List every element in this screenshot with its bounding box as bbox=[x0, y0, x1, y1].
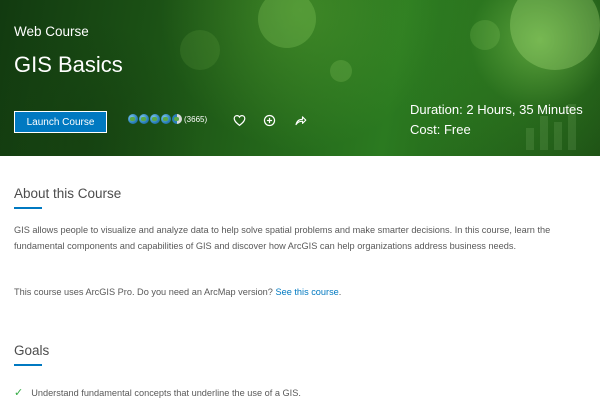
version-note-suffix: . bbox=[338, 287, 342, 297]
rating-globe-icon bbox=[128, 114, 138, 124]
course-type-label: Web Course bbox=[14, 24, 89, 39]
version-note-text: This course uses ArcGIS Pro. Do you need… bbox=[14, 287, 276, 297]
favorite-button[interactable] bbox=[232, 113, 246, 127]
share-icon bbox=[294, 115, 306, 125]
add-circle-icon bbox=[263, 114, 275, 126]
goal-item: ✓ Understand fundamental concepts that u… bbox=[14, 386, 301, 399]
share-button[interactable] bbox=[293, 113, 307, 127]
course-hero-banner: Web Course GIS Basics Launch Course (366… bbox=[0, 0, 600, 156]
page-title: GIS Basics bbox=[14, 52, 123, 77]
course-duration: Duration: 2 Hours, 35 Minutes bbox=[410, 102, 583, 117]
course-cost: Cost: Free bbox=[410, 122, 471, 137]
rating-globe-icon bbox=[161, 114, 171, 124]
rating-half-globe-icon bbox=[172, 114, 182, 124]
course-version-note: This course uses ArcGIS Pro. Do you need… bbox=[14, 284, 574, 300]
rating-globe-icon bbox=[139, 114, 149, 124]
banner-bokeh bbox=[258, 0, 316, 48]
banner-bokeh bbox=[180, 30, 220, 70]
rating-globe-icon bbox=[150, 114, 160, 124]
rating-widget[interactable]: (3665) bbox=[128, 114, 207, 124]
launch-course-button[interactable]: Launch Course bbox=[14, 111, 107, 133]
about-heading-underline bbox=[14, 207, 42, 209]
banner-bokeh bbox=[470, 20, 500, 50]
heart-icon bbox=[233, 114, 245, 126]
see-this-course-link[interactable]: See this course bbox=[275, 287, 338, 297]
about-heading: About this Course bbox=[14, 186, 122, 201]
course-description: GIS allows people to visualize and analy… bbox=[14, 225, 551, 251]
goals-heading: Goals bbox=[14, 343, 50, 358]
rating-count: (3665) bbox=[184, 114, 208, 124]
banner-bokeh bbox=[510, 0, 600, 70]
goal-text: Understand fundamental concepts that und… bbox=[31, 387, 301, 398]
banner-bokeh bbox=[330, 60, 352, 82]
goals-heading-underline bbox=[14, 364, 42, 366]
add-to-plan-button[interactable] bbox=[262, 113, 276, 127]
checkmark-icon: ✓ bbox=[14, 387, 24, 399]
